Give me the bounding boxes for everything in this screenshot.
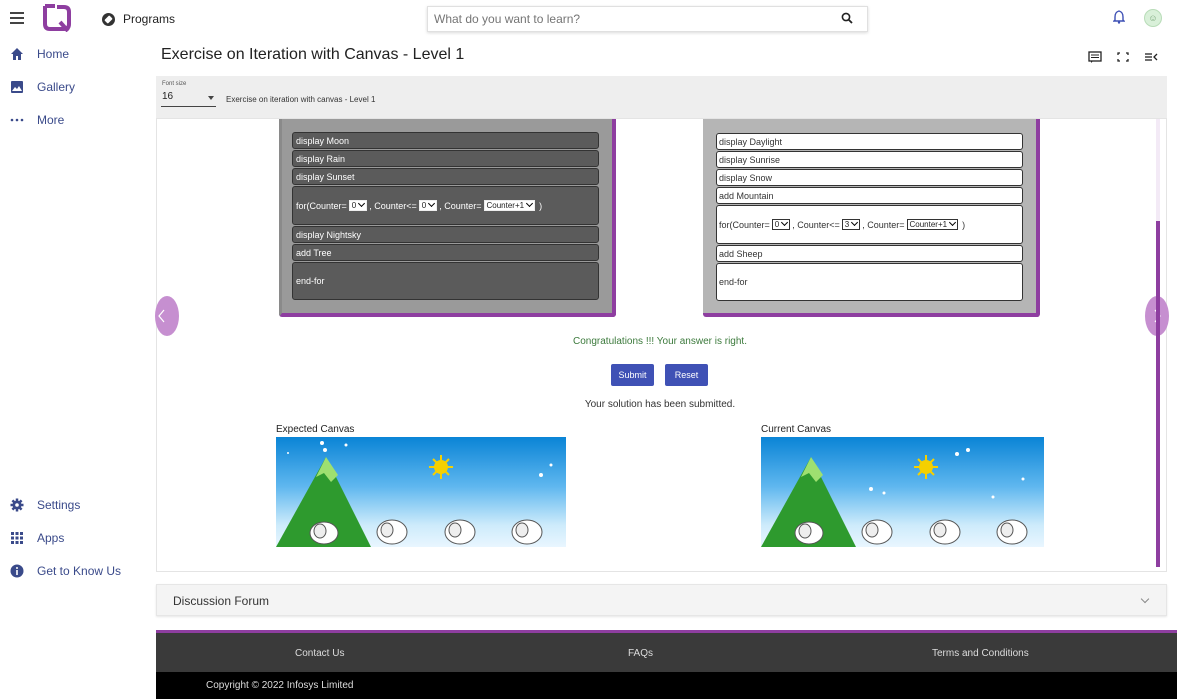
font-size-bar: Font size 16 Exercise on iteration with … bbox=[156, 76, 1167, 118]
search-input[interactable] bbox=[434, 12, 814, 26]
notes-icon[interactable] bbox=[1088, 51, 1102, 63]
sheep bbox=[376, 519, 408, 545]
code-block[interactable]: display Daylight bbox=[716, 133, 1023, 150]
discussion-forum-title: Discussion Forum bbox=[173, 594, 270, 608]
chevron-down-icon bbox=[526, 199, 534, 208]
code-block[interactable]: add Tree bbox=[292, 244, 599, 261]
sheep bbox=[511, 519, 543, 545]
sheep bbox=[929, 519, 961, 545]
hamburger-menu-icon[interactable] bbox=[10, 12, 24, 24]
gallery-icon bbox=[11, 81, 23, 93]
footer: Contact Us FAQs Terms and Conditions bbox=[156, 630, 1177, 672]
code-block[interactable]: display Sunrise bbox=[716, 151, 1023, 168]
font-size-label: Font size bbox=[162, 81, 187, 87]
code-block[interactable]: add Sheep bbox=[716, 245, 1023, 262]
programs-link[interactable]: Programs bbox=[102, 12, 175, 26]
scrollbar-thumb[interactable] bbox=[1156, 221, 1160, 567]
discussion-forum-accordion[interactable]: Discussion Forum bbox=[156, 584, 1167, 616]
sheep bbox=[861, 519, 893, 545]
reset-button[interactable]: Reset bbox=[665, 364, 708, 386]
sheep bbox=[444, 519, 476, 545]
title-toolbar bbox=[1088, 51, 1158, 63]
chevron-down-icon bbox=[781, 218, 789, 227]
solution-blocks-panel: display Daylight display Sunrise display… bbox=[703, 119, 1040, 317]
sidebar-item-label: Settings bbox=[37, 498, 81, 512]
expected-canvas-label: Expected Canvas bbox=[276, 424, 355, 435]
sidebar-item-settings[interactable]: Settings bbox=[10, 498, 80, 512]
code-block[interactable]: display Snow bbox=[716, 169, 1023, 186]
sidebar-item-label: Get to Know Us bbox=[37, 564, 122, 578]
sidebar-item-more[interactable]: More bbox=[10, 113, 64, 127]
faqs-link[interactable]: FAQs bbox=[628, 648, 653, 659]
programs-label: Programs bbox=[123, 12, 176, 26]
sidebar-item-label: Home bbox=[37, 47, 70, 61]
code-block[interactable]: add Mountain bbox=[716, 187, 1023, 204]
for-loop-block[interactable]: for(Counter= 0 , Counter<= 0 , Counter= … bbox=[292, 186, 599, 225]
loop-init-select[interactable]: 0 bbox=[771, 218, 791, 230]
loop-limit-select[interactable]: 0 bbox=[418, 199, 438, 211]
code-block[interactable]: display Nightsky bbox=[292, 226, 599, 243]
compass-icon bbox=[102, 12, 115, 26]
for-loop-block[interactable]: for(Counter= 0 , Counter<= 3 , Counter= … bbox=[716, 205, 1023, 244]
chevron-down-icon bbox=[428, 199, 436, 208]
sidebar-item-get-to-know-us[interactable]: Get to Know Us bbox=[10, 564, 121, 578]
gear-icon bbox=[10, 498, 24, 512]
expected-canvas bbox=[276, 437, 566, 547]
chevron-left-icon bbox=[158, 309, 165, 323]
success-message: Congratulations !!! Your answer is right… bbox=[573, 336, 747, 347]
canvas-scene-image bbox=[276, 441, 553, 547]
chevron-down-icon bbox=[949, 218, 957, 227]
terms-link[interactable]: Terms and Conditions bbox=[932, 648, 1029, 659]
apps-icon bbox=[11, 532, 23, 544]
submitted-message: Your solution has been submitted. bbox=[584, 399, 736, 410]
sidebar-item-home[interactable]: Home bbox=[10, 47, 69, 61]
loop-step-select[interactable]: Counter+1 bbox=[483, 199, 536, 211]
loop-step-select[interactable]: Counter+1 bbox=[906, 218, 959, 230]
avatar[interactable]: ☺ bbox=[1144, 9, 1162, 27]
loop-init-select[interactable]: 0 bbox=[348, 199, 368, 211]
current-canvas bbox=[761, 437, 1044, 547]
chevron-down-icon bbox=[1140, 594, 1150, 604]
contact-us-link[interactable]: Contact Us bbox=[295, 648, 344, 659]
code-block[interactable]: display Rain bbox=[292, 150, 599, 167]
loop-limit-select[interactable]: 3 bbox=[841, 218, 861, 230]
sheep bbox=[794, 521, 824, 545]
copyright-text: Copyright © 2022 Infosys Limited bbox=[206, 680, 354, 691]
sheep bbox=[996, 519, 1028, 545]
code-block[interactable]: display Moon bbox=[292, 132, 599, 149]
sidebar-item-apps[interactable]: Apps bbox=[10, 531, 64, 545]
available-blocks-panel: display Moon display Rain display Sunset… bbox=[279, 119, 616, 317]
sidebar-item-label: Gallery bbox=[37, 80, 76, 94]
sidebar-item-label: More bbox=[37, 113, 65, 127]
chevron-down-icon bbox=[358, 199, 366, 208]
exercise-subtitle: Exercise on iteration with canvas - Leve… bbox=[226, 95, 376, 104]
sidebar-item-label: Apps bbox=[37, 531, 65, 545]
submit-button[interactable]: Submit bbox=[611, 364, 654, 386]
collapse-panel-icon[interactable] bbox=[1144, 51, 1158, 63]
end-for-block[interactable]: end-for bbox=[716, 263, 1023, 301]
chevron-down-icon bbox=[851, 218, 859, 227]
top-bar: Programs ☺ bbox=[0, 0, 1177, 40]
search-box[interactable] bbox=[427, 6, 868, 32]
page-title: Exercise on Iteration with Canvas - Leve… bbox=[161, 46, 465, 63]
canvas-scene-image bbox=[761, 448, 1028, 547]
search-icon[interactable] bbox=[841, 12, 853, 24]
sheep bbox=[309, 521, 339, 545]
sidebar-item-gallery[interactable]: Gallery bbox=[10, 80, 75, 94]
fullscreen-icon[interactable] bbox=[1116, 51, 1130, 63]
code-block[interactable]: display Sunset bbox=[292, 168, 599, 185]
home-icon bbox=[11, 48, 23, 60]
font-size-value: 16 bbox=[162, 91, 174, 102]
dropdown-arrow-icon bbox=[208, 96, 214, 100]
more-icon bbox=[10, 118, 24, 122]
current-canvas-label: Current Canvas bbox=[761, 424, 832, 435]
info-icon bbox=[10, 564, 24, 578]
font-size-select[interactable]: 16 bbox=[161, 91, 216, 107]
copyright-bar: Copyright © 2022 Infosys Limited bbox=[156, 672, 1177, 699]
previous-button[interactable] bbox=[155, 296, 179, 336]
end-for-block[interactable]: end-for bbox=[292, 262, 599, 300]
logo[interactable] bbox=[40, 2, 74, 32]
bell-icon[interactable] bbox=[1113, 10, 1125, 24]
